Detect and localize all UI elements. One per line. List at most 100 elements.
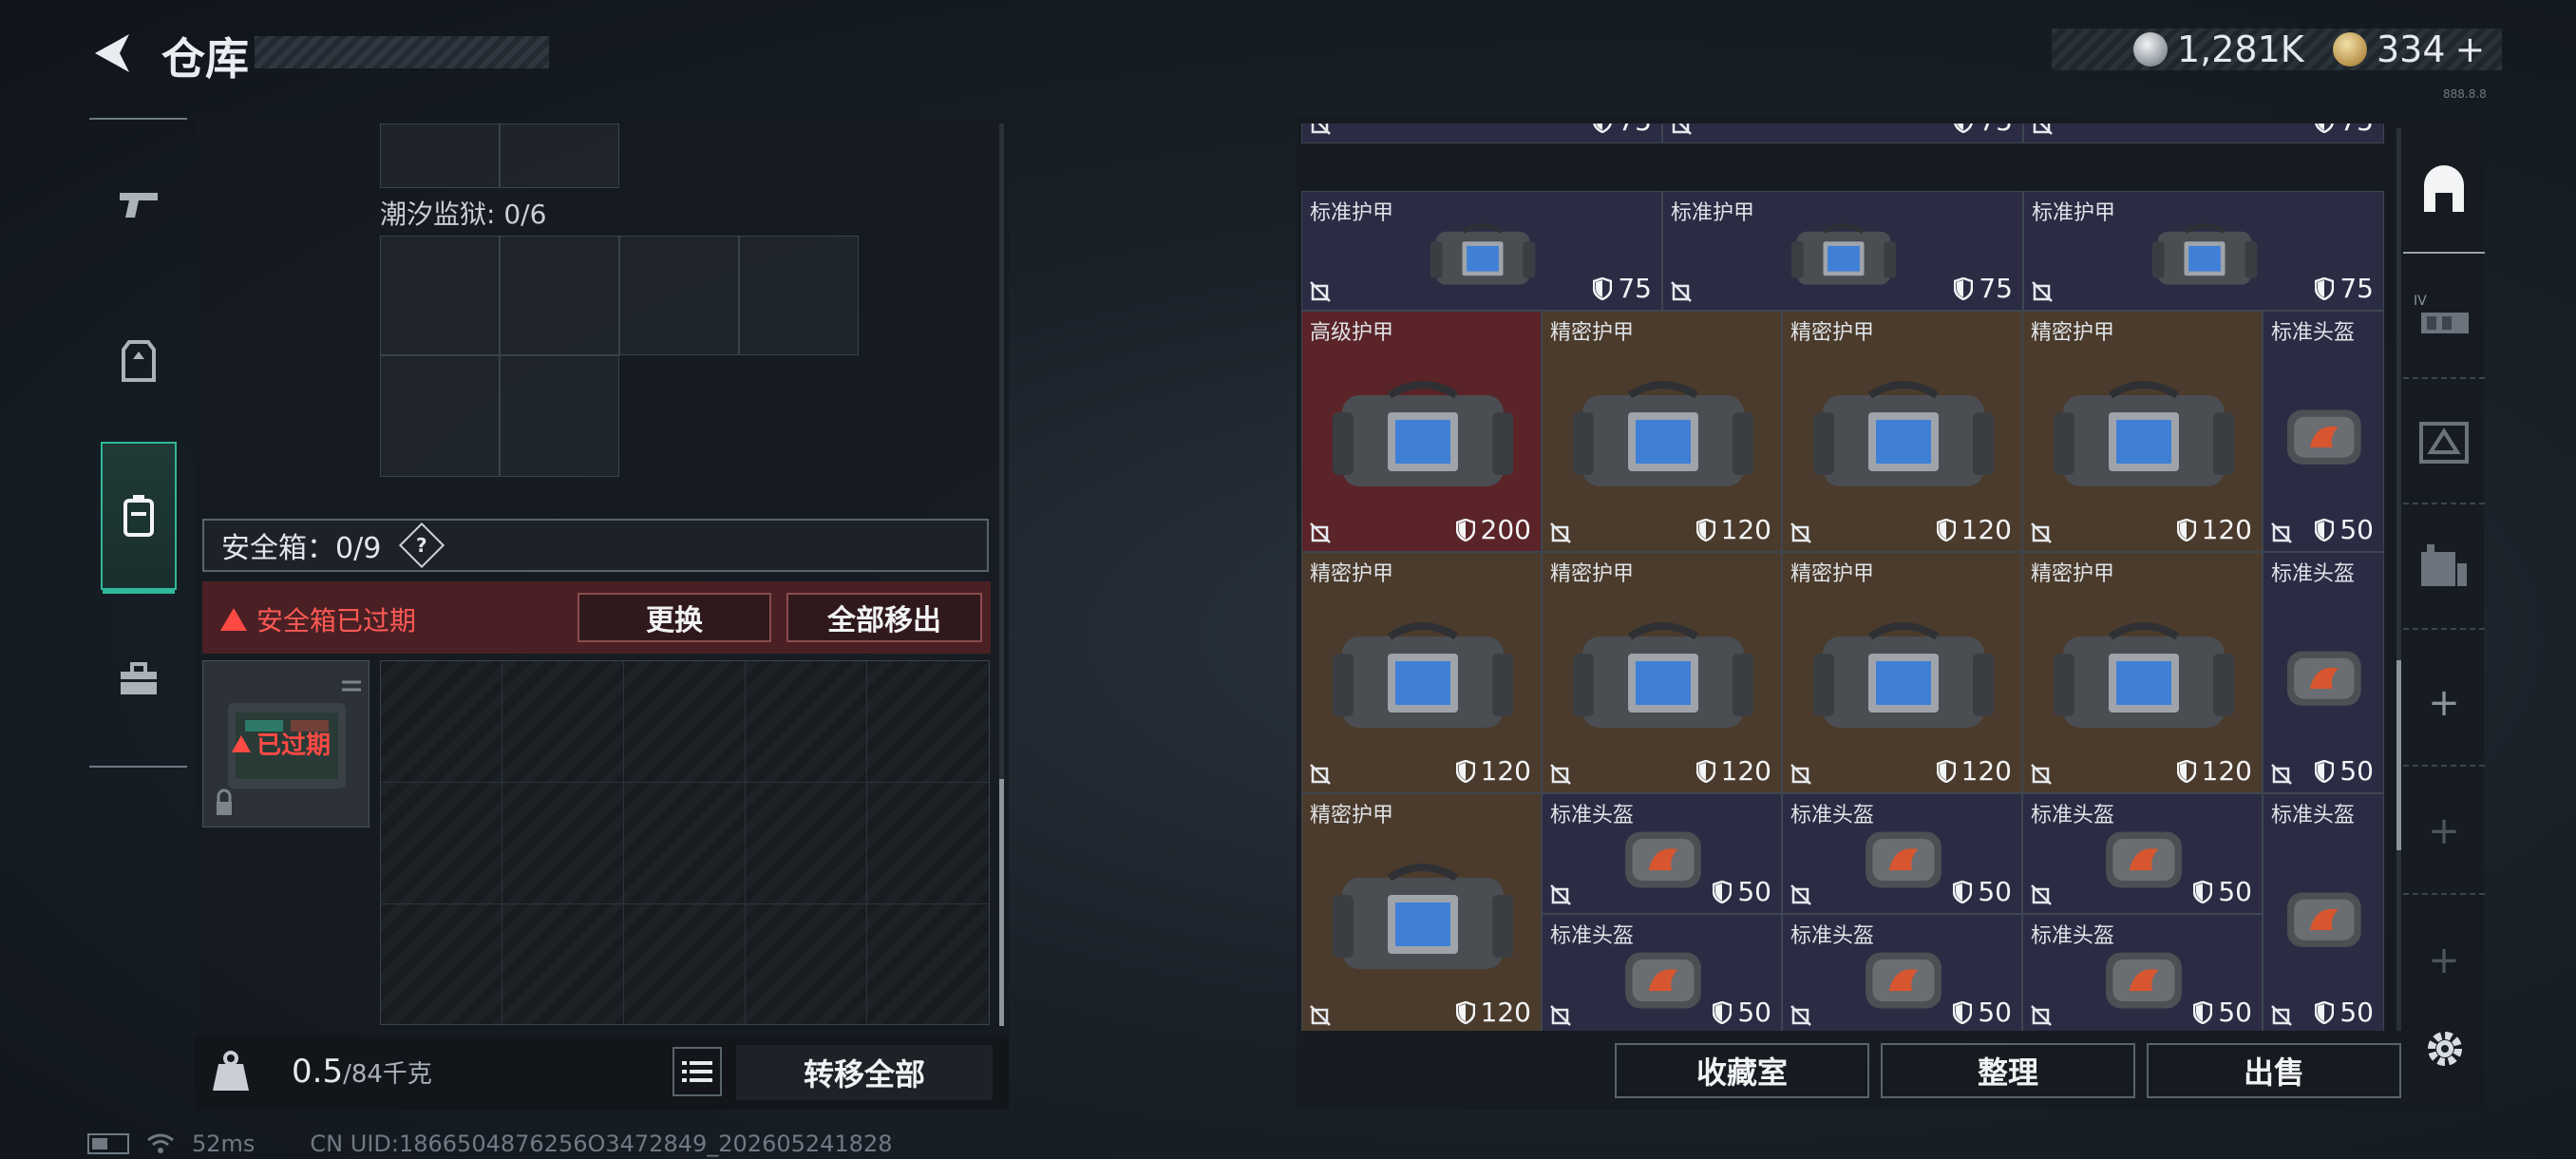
durability-value: 120 xyxy=(2201,514,2252,545)
armor-item[interactable]: 精密护甲 120 xyxy=(1542,552,1782,793)
back-arrow-icon[interactable] xyxy=(87,28,137,78)
gear-icon[interactable] xyxy=(2422,1026,2468,1072)
grid-cell[interactable] xyxy=(380,355,500,477)
armor-item[interactable]: 精密护甲 120 xyxy=(1782,311,2022,552)
safe-box-grid[interactable] xyxy=(380,660,990,1025)
armor-item[interactable]: 75 xyxy=(1662,124,2023,143)
add-currency-button[interactable]: + xyxy=(2455,28,2486,70)
grid-cell[interactable] xyxy=(619,236,739,355)
item-name: 精密护甲 xyxy=(1790,562,1875,586)
safe-box-label: 安全箱：0/9 xyxy=(221,532,382,565)
helmet-item[interactable]: 标准头盔 50 xyxy=(2022,914,2263,1031)
rail-weapon-tab[interactable] xyxy=(89,142,187,266)
no-trade-icon xyxy=(1790,884,1811,905)
grid-cell[interactable] xyxy=(500,236,619,355)
replace-button[interactable]: 更换 xyxy=(578,593,771,642)
left-scroll-thumb[interactable] xyxy=(999,779,1004,1026)
collection-room-button[interactable]: 收藏室 xyxy=(1615,1043,1869,1098)
armor-item[interactable]: 75 xyxy=(2023,124,2384,143)
currency-gold[interactable]: 334 + xyxy=(2333,28,2485,70)
rail-rig-tab[interactable]: IV xyxy=(2403,254,2485,379)
item-durability: 120 xyxy=(2176,755,2252,787)
no-trade-icon xyxy=(2031,522,2052,543)
durability-value: 75 xyxy=(1979,273,2013,304)
durability-shield-icon xyxy=(1455,759,1475,783)
item-durability: 50 xyxy=(2193,997,2252,1028)
armor-item[interactable]: 精密护甲 120 xyxy=(2022,552,2263,793)
inventory-grid: 757575标准护甲75标准护甲75标准护甲75高级护甲200精密护甲120精密… xyxy=(1301,124,2384,1031)
sort-button[interactable]: 整理 xyxy=(1881,1043,2135,1098)
rail-backpack-tab[interactable] xyxy=(2403,128,2485,254)
list-view-button[interactable] xyxy=(672,1047,722,1096)
durability-shield-icon xyxy=(1695,518,1715,542)
grid-cell[interactable] xyxy=(500,124,619,188)
armor-item[interactable]: 精密护甲 120 xyxy=(1301,552,1542,793)
armor-item[interactable]: 标准护甲 75 xyxy=(1662,191,2023,311)
rail-toolbox-tab[interactable] xyxy=(89,618,187,741)
durability-shield-icon xyxy=(2176,759,2196,783)
durability-shield-icon xyxy=(2315,1000,2335,1024)
durability-shield-icon xyxy=(2193,1000,2213,1024)
rail-container-tab[interactable] xyxy=(101,442,177,590)
no-trade-icon xyxy=(1671,281,1692,302)
grid-cell[interactable] xyxy=(380,124,500,188)
rail-armor-tab[interactable] xyxy=(89,299,187,423)
item-durability: 120 xyxy=(2176,514,2252,545)
armor-item[interactable]: 精密护甲 120 xyxy=(2022,311,2263,552)
sell-button[interactable]: 出售 xyxy=(2147,1043,2401,1098)
durability-shield-icon xyxy=(2315,276,2335,300)
item-name: 精密护甲 xyxy=(1310,562,1394,586)
plus-icon: + xyxy=(2428,681,2460,725)
item-name: 精密护甲 xyxy=(1790,321,1875,345)
help-icon[interactable]: ? xyxy=(399,522,445,569)
helmet-item[interactable]: 标准头盔 50 xyxy=(2263,552,2384,793)
helmet-item[interactable]: 标准头盔 50 xyxy=(1542,793,1782,914)
grid-cell[interactable] xyxy=(380,236,500,355)
grid-cell[interactable] xyxy=(500,355,619,477)
helmet-item[interactable]: 标准头盔 50 xyxy=(1542,914,1782,1031)
top-container-grid xyxy=(380,124,619,188)
storage-icon xyxy=(2421,544,2467,586)
no-trade-icon xyxy=(1790,764,1811,785)
durability-value: 75 xyxy=(1979,124,2013,137)
durability-value: 50 xyxy=(1737,876,1771,907)
backpack-outline-icon xyxy=(2424,165,2464,212)
armor-item[interactable]: 精密护甲 120 xyxy=(1301,793,1542,1031)
status-line: 52ms CN UID:1866504876256O3472849_202605… xyxy=(87,1130,893,1157)
durability-shield-icon xyxy=(2315,124,2335,133)
helmet-item[interactable]: 标准头盔 50 xyxy=(1782,914,2022,1031)
no-trade-icon xyxy=(2033,124,2053,135)
helmet-item[interactable]: 标准头盔 50 xyxy=(2263,311,2384,552)
item-durability: 120 xyxy=(1936,755,2012,787)
transfer-all-button[interactable]: 转移全部 xyxy=(736,1045,993,1100)
no-trade-icon xyxy=(1310,522,1331,543)
item-name: 标准护甲 xyxy=(2032,201,2116,225)
grid-cell[interactable] xyxy=(739,236,859,355)
armor-item[interactable]: 精密护甲 120 xyxy=(1542,311,1782,552)
add-slot-button[interactable]: + xyxy=(2403,641,2485,767)
right-scrollbar[interactable] xyxy=(2396,128,2401,1031)
item-name: 标准头盔 xyxy=(2271,321,2356,345)
no-trade-icon xyxy=(1310,764,1331,785)
item-name: 标准护甲 xyxy=(1671,201,1755,225)
armor-bag-icon xyxy=(2053,381,2234,486)
durability-value: 50 xyxy=(2218,997,2252,1028)
durability-shield-icon xyxy=(1455,518,1475,542)
left-scrollbar[interactable] xyxy=(999,124,1004,1026)
plus-icon: + xyxy=(2428,809,2460,853)
helmet-item[interactable]: 标准头盔 50 xyxy=(1782,793,2022,914)
armor-item[interactable]: 高级护甲 200 xyxy=(1301,311,1542,552)
rail-storage-tab[interactable] xyxy=(2403,504,2485,630)
durability-value: 50 xyxy=(1737,997,1771,1028)
armor-item[interactable]: 精密护甲 120 xyxy=(1782,552,2022,793)
armor-item[interactable]: 标准护甲 75 xyxy=(1301,191,1662,311)
safe-box-item[interactable]: 已过期 xyxy=(202,660,369,827)
right-scroll-thumb[interactable] xyxy=(2396,660,2401,850)
armor-item[interactable]: 75 xyxy=(1301,124,1662,143)
helmet-item[interactable]: 标准头盔 50 xyxy=(2263,793,2384,1031)
durability-shield-icon xyxy=(1953,880,1973,903)
move-all-out-button[interactable]: 全部移出 xyxy=(786,593,982,642)
armor-item[interactable]: 标准护甲 75 xyxy=(2023,191,2384,311)
rail-case-tab[interactable] xyxy=(2403,379,2485,504)
helmet-item[interactable]: 标准头盔 50 xyxy=(2022,793,2263,914)
